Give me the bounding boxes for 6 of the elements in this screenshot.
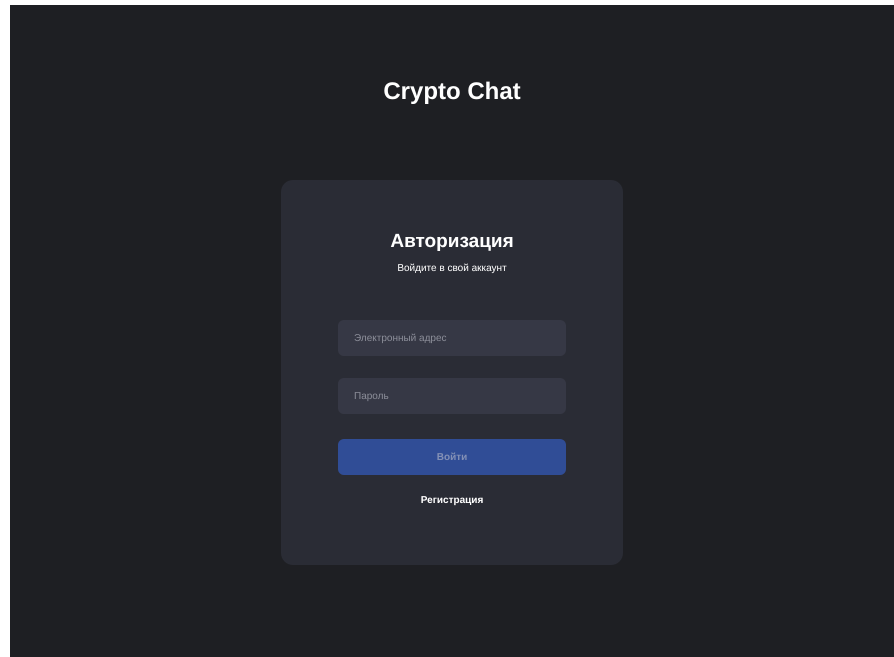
card-title: Авторизация [390, 230, 514, 254]
card-subtitle: Войдите в свой аккаунт [397, 262, 507, 276]
input-field[interactable]: Электронный адрес [338, 320, 566, 356]
input-field[interactable]: Пароль [338, 378, 566, 414]
app-title: Crypto Chat [383, 77, 521, 107]
register-link[interactable]: Регистрация [420, 495, 484, 506]
